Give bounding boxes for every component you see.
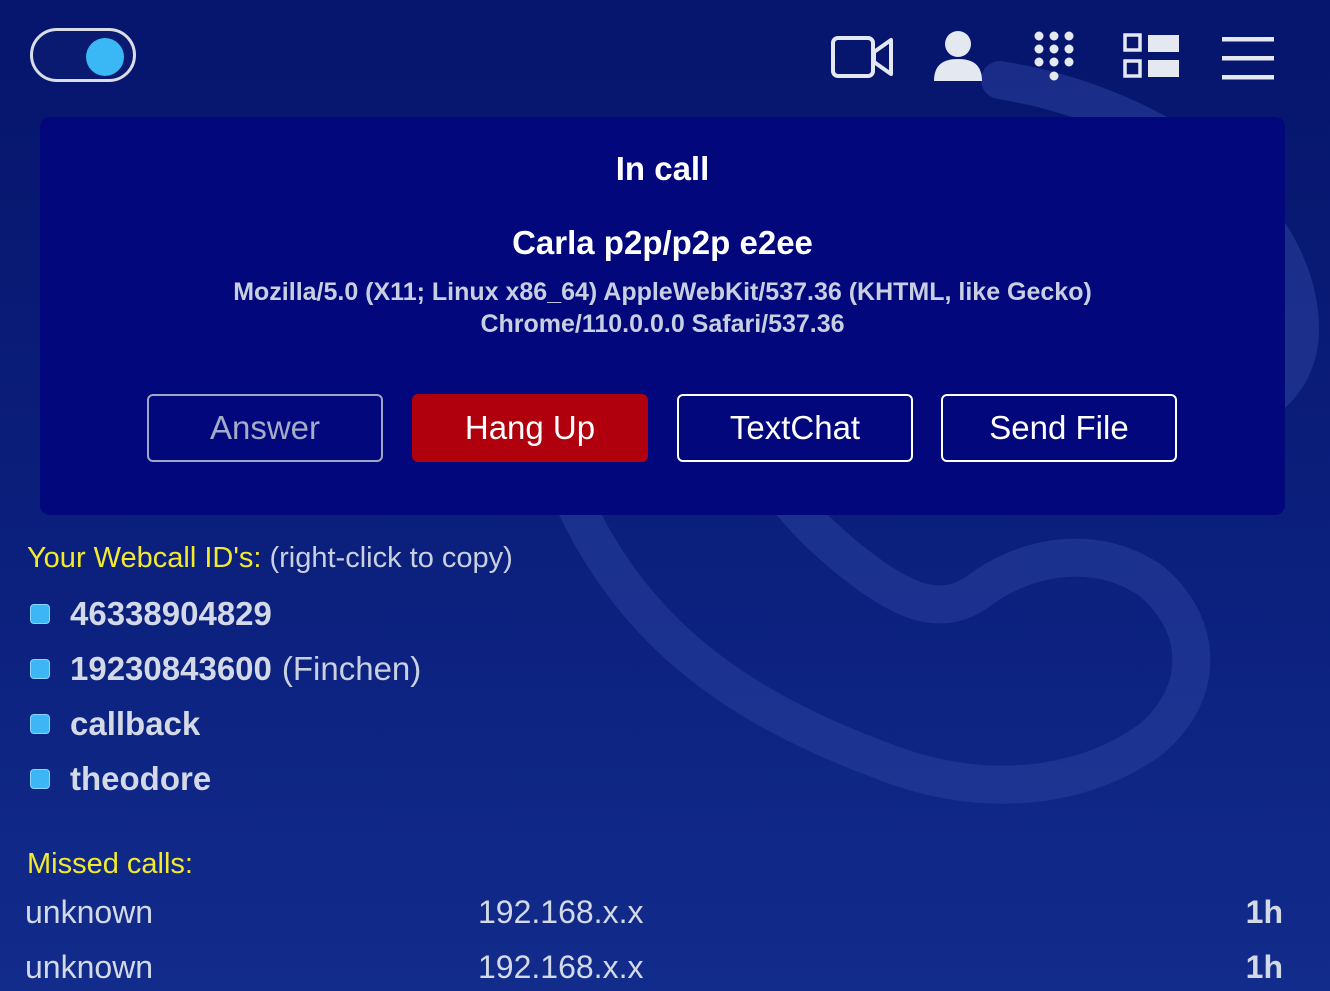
missed-calls-heading: Missed calls: [27,848,193,880]
webcall-id-item[interactable]: theodore [30,759,211,799]
hamburger-menu-icon[interactable] [1214,26,1280,88]
webcall-id-value: theodore [70,760,212,797]
id-checkbox[interactable] [30,604,50,624]
dialpad-icon[interactable] [1021,26,1087,88]
online-toggle[interactable] [30,28,136,82]
webcall-id-item[interactable]: 46338904829 [30,594,272,634]
peer-name: Carla p2p/p2p e2ee [512,224,813,261]
send-file-button[interactable]: Send File [941,394,1177,462]
missed-call-age: 1h [1245,949,1283,985]
webcall-id-nickname: (Finchen) [281,650,422,687]
webcall-id-value: callback [70,705,201,742]
id-checkbox[interactable] [30,659,50,679]
webcall-id-value: 46338904829 [70,595,272,632]
missed-call-name: unknown [25,949,154,985]
peer-user-agent-line2: Chrome/110.0.0.0 Safari/537.36 [480,310,845,338]
webcall-ids-title: Your Webcall ID's: [27,542,262,574]
webcall-id-item[interactable]: callback [30,704,200,744]
webcall-id-value: 19230843600 [70,650,272,687]
call-status-title: In call [615,150,710,187]
missed-call-age: 1h [1245,894,1283,930]
dashboard-icon[interactable] [1117,26,1183,88]
text-chat-button[interactable]: TextChat [677,394,913,462]
peer-user-agent-line1: Mozilla/5.0 (X11; Linux x86_64) AppleWeb… [233,278,1092,306]
answer-button[interactable]: Answer [147,394,383,462]
missed-call-name: unknown [25,894,154,930]
id-checkbox[interactable] [30,714,50,734]
hang-up-button[interactable]: Hang Up [412,394,648,462]
id-checkbox[interactable] [30,769,50,789]
missed-call-row[interactable]: unknown 192.168.x.x 1h [25,949,1283,989]
contacts-person-icon[interactable] [925,26,991,88]
missed-call-ip: 192.168.x.x [478,949,644,985]
missed-call-row[interactable]: unknown 192.168.x.x 1h [25,894,1283,934]
missed-call-ip: 192.168.x.x [478,894,644,930]
video-camera-icon[interactable] [829,26,895,88]
webcall-ids-heading: Your Webcall ID's: (right-click to copy) [27,542,513,575]
webcall-id-item[interactable]: 19230843600 (Finchen) [30,649,421,689]
toggle-knob [86,38,124,76]
webcall-ids-hint: (right-click to copy) [269,542,513,574]
